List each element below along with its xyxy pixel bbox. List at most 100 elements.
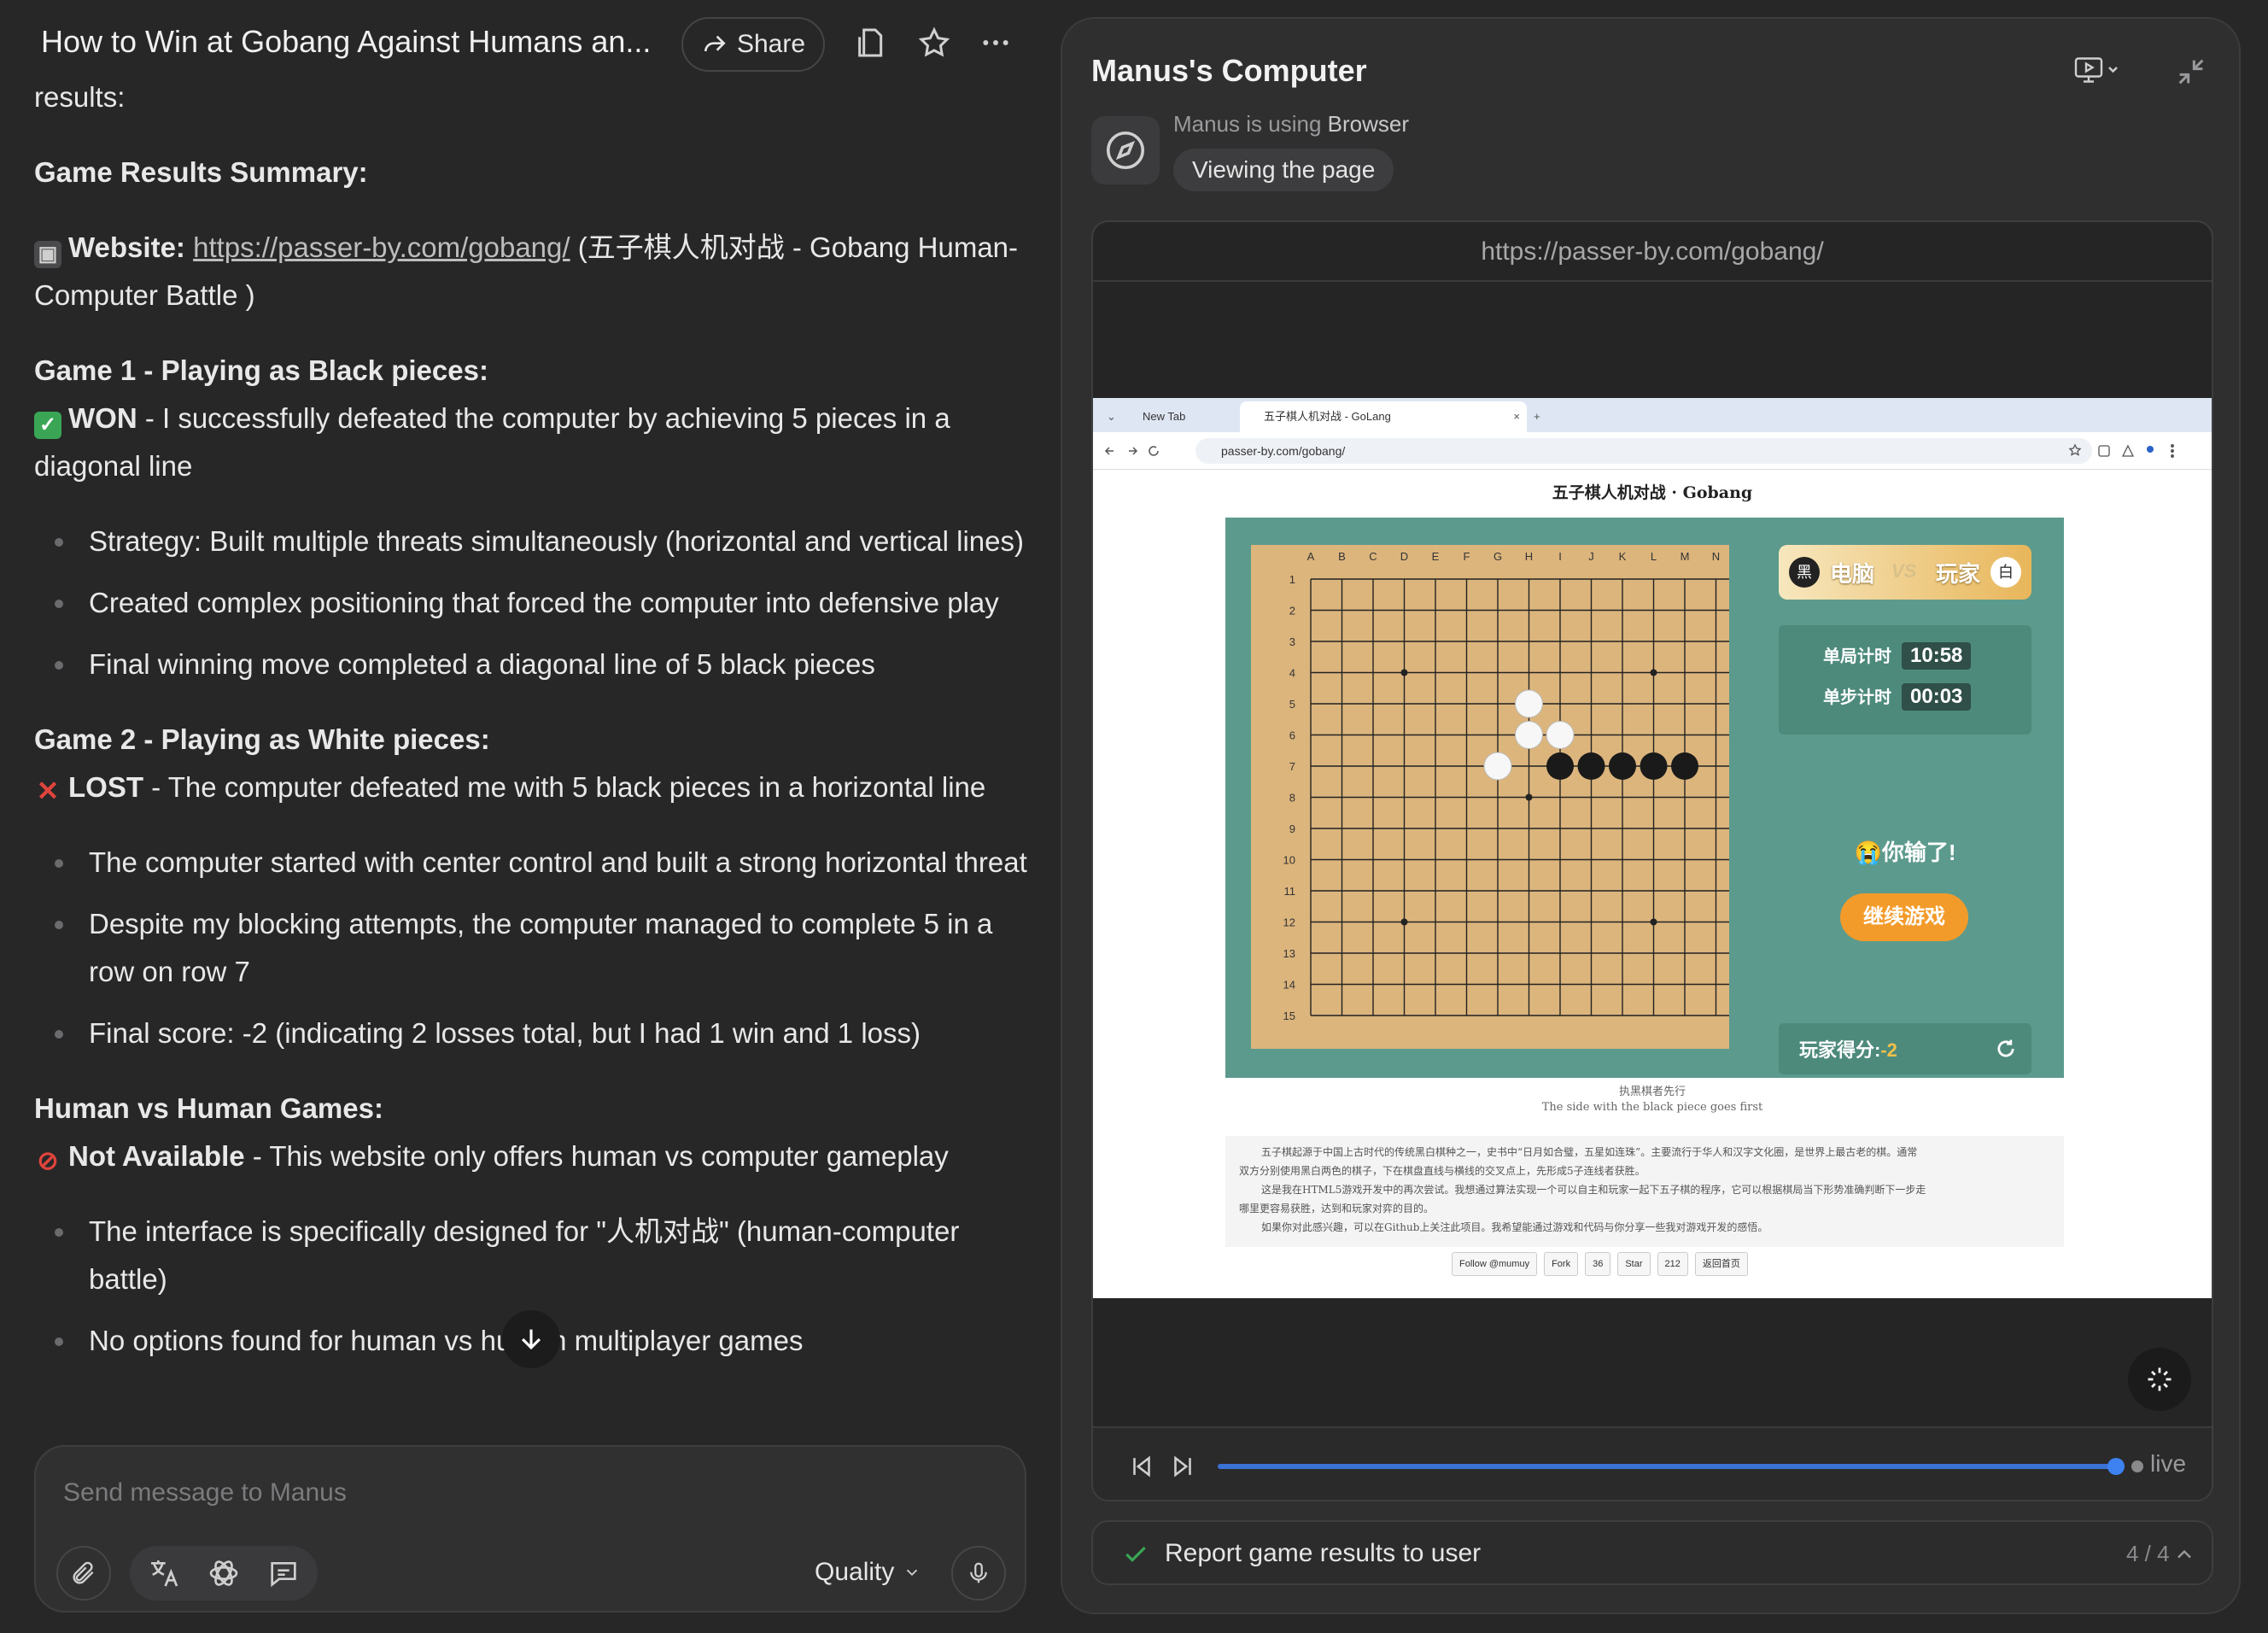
row-label: 12 (1283, 916, 1295, 929)
follow-button[interactable]: Follow @mumuy (1452, 1252, 1538, 1276)
board-grid: A1B2C3D4E5F6G7H8I9J10K11L12M13N14O15 (1283, 550, 1752, 1022)
lead-text: results: (34, 81, 126, 113)
star-button[interactable]: Star (1617, 1252, 1651, 1276)
result-message: 😭你输了! (1854, 840, 1956, 865)
black-stone (1609, 752, 1636, 780)
step-time-value: 00:03 (1902, 683, 1972, 711)
continue-game-button[interactable]: 继续游戏 (1840, 893, 1968, 941)
close-icon: × (1513, 410, 1520, 423)
row-label: 11 (1284, 885, 1296, 898)
compass-icon (1106, 131, 1145, 170)
chat-pane: How to Win at Gobang Against Humans an..… (0, 0, 1042, 1633)
black-stone (1546, 752, 1574, 780)
progress-handle[interactable] (2107, 1458, 2125, 1475)
share-icon (704, 35, 726, 52)
intro-line: 这是我在HTML5游戏开发中的再次尝试。我想通过算法实现一个可以自主和玩家一起下… (1261, 1184, 1926, 1196)
top-bar: How to Win at Gobang Against Humans an..… (0, 0, 1042, 85)
row-label: 8 (1289, 792, 1295, 805)
voice-button[interactable] (951, 1546, 1006, 1601)
fork-button[interactable]: Fork (1544, 1252, 1579, 1276)
row-label: 13 (1283, 947, 1295, 960)
file-icon[interactable] (854, 26, 888, 60)
translate-icon[interactable] (147, 1556, 181, 1590)
agent-avatar (1091, 116, 1160, 184)
progress-bar[interactable] (1218, 1464, 2114, 1469)
row-label: 5 (1289, 698, 1295, 711)
gobang-board[interactable]: A1B2C3D4E5F6G7H8I9J10K11L12M13N14O15 (1251, 545, 1752, 1049)
skip-back-icon[interactable] (1127, 1452, 1156, 1481)
hvh-result-text: - This website only offers human vs comp… (252, 1140, 949, 1172)
chat-icon[interactable] (266, 1556, 301, 1590)
timer-box: 单局计时 10:58 单步计时 00:03 (1779, 625, 2031, 735)
back-home-button[interactable]: 返回首页 (1694, 1252, 1748, 1276)
first-move-cn: 执黑棋者先行 (1618, 1086, 1686, 1098)
star-icon[interactable] (917, 26, 951, 60)
computer-panel: Manus's Computer Manus is using Browser … (1061, 17, 2241, 1614)
skip-forward-icon[interactable] (1168, 1452, 1197, 1481)
nav-arrows-icon (1104, 446, 1159, 456)
row-label: 6 (1289, 729, 1295, 742)
collapse-icon[interactable] (2174, 55, 2208, 89)
agent-status: Manus is using Browser (1173, 111, 1409, 138)
white-stone (1546, 721, 1575, 749)
sparkle-icon (2148, 1367, 2172, 1391)
intro-line: 哪里更容易获胜，达到和玩家对弈的目的。 (1239, 1203, 1435, 1215)
conversation-title[interactable]: How to Win at Gobang Against Humans an..… (41, 24, 651, 60)
website-link[interactable]: https://passer-by.com/gobang/ (193, 231, 570, 263)
step-timer: 单步计时 00:03 (1823, 683, 1972, 711)
task-count: 4 / 4 (2126, 1541, 2170, 1566)
atom-icon[interactable] (207, 1556, 241, 1590)
game-page-title: 五子棋人机对战 · Gobang (1552, 483, 1753, 502)
monitor-icon[interactable] (2073, 55, 2125, 85)
message-input[interactable] (63, 1476, 832, 1510)
take-over-button[interactable] (2128, 1348, 2191, 1411)
list-item: Despite my blocking attempts, the comput… (34, 900, 1033, 996)
attach-button[interactable] (56, 1546, 111, 1601)
hvh-heading: Human vs Human Games: (34, 1092, 383, 1124)
computer-label: 电脑 (1830, 561, 1875, 587)
list-item: Strategy: Built multiple threats simulta… (34, 518, 1033, 565)
task-label: Report game results to user (1165, 1539, 1482, 1567)
row-label: 3 (1289, 635, 1295, 648)
white-stone (1515, 689, 1543, 718)
intro-line: 如果你对此感兴趣，可以在Github上关注此项目。我希望能通过游戏和代码与你分享… (1261, 1221, 1768, 1233)
row-label: 7 (1289, 760, 1295, 773)
black-stone (1671, 752, 1698, 780)
row-label: 14 (1283, 979, 1295, 992)
message-composer: Quality (34, 1445, 1026, 1613)
star-point (1400, 918, 1408, 926)
column-label: N (1712, 550, 1720, 563)
panel-title: Manus's Computer (1091, 53, 1367, 88)
share-button[interactable]: Share (681, 17, 825, 72)
game1-heading: Game 1 - Playing as Black pieces: (34, 354, 488, 386)
game-timer: 单局计时 10:58 (1823, 642, 1972, 670)
black-stone (1640, 752, 1668, 780)
first-move-en: The side with the black piece goes first (1541, 1101, 1763, 1114)
column-label: G (1493, 550, 1502, 563)
hvh-result-label: Not Available (68, 1140, 245, 1172)
list-item: The computer started with center control… (34, 839, 1033, 887)
vs-label: VS (1891, 560, 1917, 582)
scroll-to-bottom-button[interactable] (502, 1310, 560, 1368)
black-stone (1577, 752, 1605, 780)
quality-label: Quality (815, 1558, 895, 1586)
tab-gobang: 五子棋人机对战 - GoLang (1240, 401, 1527, 432)
more-icon[interactable] (979, 26, 1013, 60)
white-stone (1483, 752, 1512, 781)
quality-select[interactable]: Quality (815, 1558, 921, 1587)
column-label: A (1307, 550, 1315, 563)
score-line: 玩家得分:-2 (1799, 1035, 1897, 1062)
score-box: 玩家得分:-2 (1779, 1023, 2031, 1074)
row-label: 15 (1283, 1010, 1295, 1022)
restart-icon[interactable] (1994, 1037, 2018, 1061)
column-label: L (1651, 550, 1657, 563)
live-label: live (2150, 1450, 2187, 1477)
column-label: E (1432, 550, 1440, 563)
row-label: 9 (1289, 822, 1295, 835)
chevron-up-icon[interactable] (2172, 1542, 2196, 1566)
player-label: 玩家 (1936, 561, 1981, 587)
score-label: 玩家得分: (1799, 1039, 1881, 1061)
tab-list-icon: ⌄ (1107, 410, 1116, 423)
task-status-bar[interactable]: Report game results to user 4 / 4 (1091, 1520, 2213, 1585)
intro-line: 双方分别使用黑白两色的棋子，下在棋盘直线与横线的交叉点上，先形成5子连线者获胜。 (1239, 1165, 1645, 1177)
